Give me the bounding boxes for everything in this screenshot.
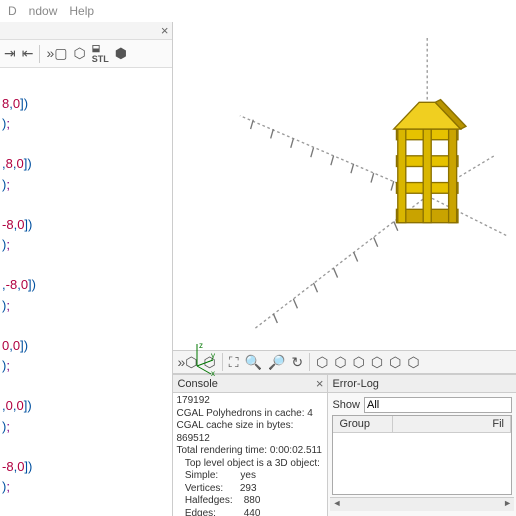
editor-pane: × ⇥ ⇤ »▢ ⬡ ⬓STL ⬢ 8,0]) ); ,8,0]) ); -8,… — [0, 22, 173, 516]
stl-icon[interactable]: ⬓STL — [92, 43, 109, 64]
render-icon[interactable]: ⬡ — [73, 45, 85, 62]
viewport-scene — [173, 22, 516, 464]
menu-bar: D ndow Help — [0, 0, 516, 22]
close-icon[interactable]: × — [161, 23, 169, 38]
svg-text:y: y — [211, 351, 215, 360]
tower-model — [394, 100, 466, 223]
scrollbar-horizontal[interactable] — [330, 497, 514, 511]
editor-toolbar: ⇥ ⇤ »▢ ⬡ ⬓STL ⬢ — [0, 40, 172, 68]
menu-d[interactable]: D — [8, 4, 17, 18]
outdent-icon[interactable]: ⇤ — [22, 45, 34, 62]
indent-icon[interactable]: ⇥ — [4, 45, 16, 62]
preview-icon[interactable]: »▢ — [46, 45, 67, 62]
menu-window[interactable]: ndow — [29, 4, 58, 18]
svg-text:x: x — [211, 369, 215, 376]
svg-text:z: z — [199, 341, 203, 350]
menu-help[interactable]: Help — [69, 4, 94, 18]
export-icon[interactable]: ⬢ — [115, 45, 127, 62]
code-editor[interactable]: 8,0]) ); ,8,0]) ); -8,0]) ); ,-8,0]) ); … — [0, 68, 172, 516]
viewport-3d[interactable]: z y x — [173, 22, 516, 350]
editor-header: × — [0, 22, 172, 40]
